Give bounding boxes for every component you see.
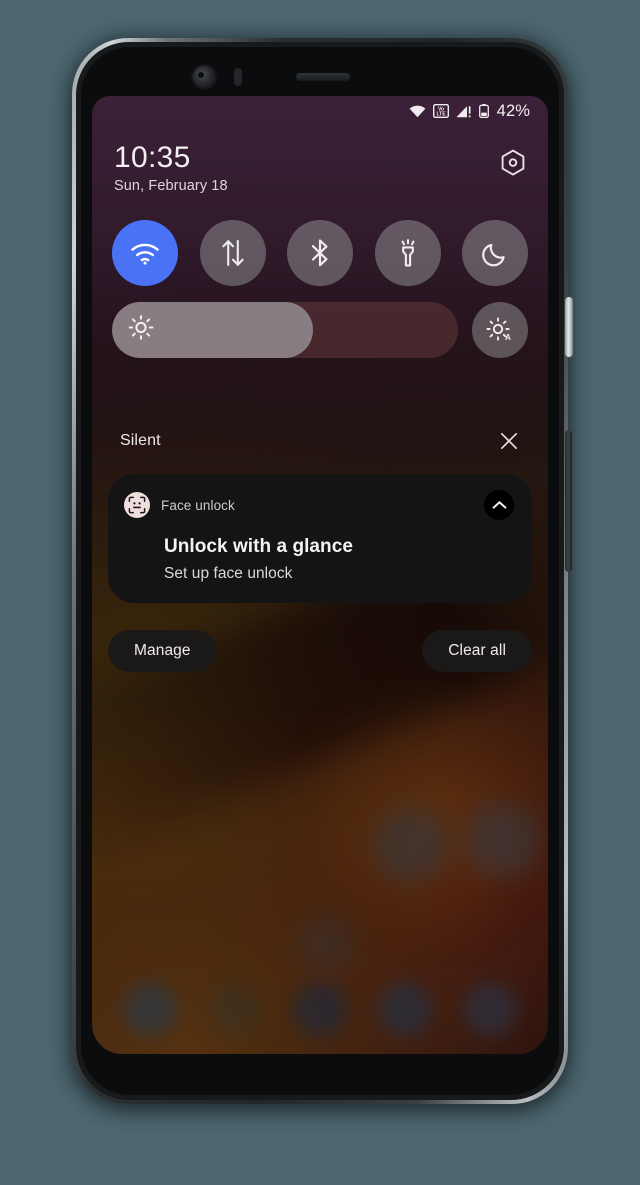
front-camera [193,66,215,88]
wifi-icon [131,243,159,265]
volume-rocker-button[interactable] [565,430,572,572]
notification-shade: Vo LTE 42% 10:35 Sun, February 18 A Sile… [92,96,548,1054]
svg-text:A: A [505,333,511,342]
brightness-row: A [112,302,528,358]
clock-block: 10:35 Sun, February 18 [114,142,528,194]
qs-tile-dark-theme[interactable] [462,220,528,286]
battery-icon [478,104,489,118]
proximity-sensor [234,68,242,86]
flashlight-icon [401,239,414,267]
volte-icon: Vo LTE [432,104,449,118]
face-unlock-icon [124,492,150,518]
battery-percent-label: 42% [496,101,530,120]
clock-date: Sun, February 18 [114,177,228,194]
auto-brightness-icon: A [486,317,511,342]
auto-brightness-button[interactable]: A [472,302,528,358]
cellular-signal-icon [456,105,472,118]
qs-tile-wifi[interactable] [112,220,178,286]
manage-button[interactable]: Manage [108,630,217,672]
silent-section-header: Silent [120,428,522,454]
qs-tile-mobile-data[interactable] [199,220,266,286]
wifi-icon [409,105,426,118]
qs-tile-flashlight[interactable] [374,220,441,286]
close-x-icon[interactable] [496,428,522,454]
clock-time: 10:35 [114,141,191,174]
qs-tile-bluetooth[interactable] [287,220,353,286]
notification-app-name: Face unlock [161,497,235,513]
bluetooth-icon [311,239,328,267]
quick-settings-row [112,220,528,286]
power-button[interactable] [565,297,573,357]
earpiece-speaker [296,73,350,81]
data-arrows-icon [221,239,244,267]
status-bar: Vo LTE 42% [92,96,548,126]
brightness-slider[interactable] [112,302,458,358]
screenshot-canvas: Vo LTE 42% 10:35 Sun, February 18 A Sile… [0,0,640,1185]
silent-section-label: Silent [120,432,161,449]
phone-screen: Vo LTE 42% 10:35 Sun, February 18 A Sile… [92,96,548,1054]
notification-header: Face unlock [124,490,514,520]
notification-card-face-unlock[interactable]: Face unlock Unlock with a glance Set up … [108,474,532,603]
shade-action-buttons: Manage Clear all [108,630,532,672]
settings-hexagon-icon[interactable] [498,148,528,178]
svg-text:LTE: LTE [436,112,446,118]
brightness-sun-icon [128,315,154,346]
notification-title: Unlock with a glance [164,536,353,557]
chevron-up-icon[interactable] [484,490,514,520]
clear-all-button[interactable]: Clear all [422,630,532,672]
moon-icon [481,243,505,266]
notification-body: Set up face unlock [164,565,293,582]
